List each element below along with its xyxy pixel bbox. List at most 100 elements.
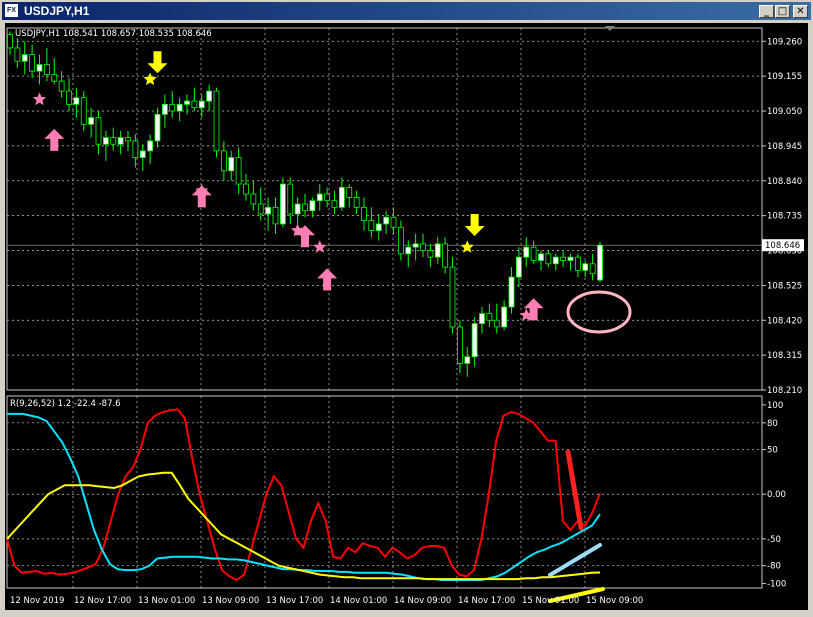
price-panel-frame [6, 27, 763, 391]
candle-body [88, 117, 95, 125]
candle-body [574, 256, 581, 271]
indicator-panel-frame [6, 395, 763, 589]
candle-body [243, 183, 249, 195]
candle-body [58, 80, 65, 92]
restore-button[interactable]: □ [775, 5, 790, 18]
candle-body [368, 220, 375, 231]
time-axis-label: 14 Nov 09:00 [394, 596, 451, 606]
candle-body [486, 313, 493, 321]
candle-body [405, 246, 412, 255]
candle-body [198, 100, 205, 109]
candle-body [508, 276, 515, 308]
candle-body [582, 263, 589, 271]
indicator-axis-label: 80 [767, 419, 778, 429]
time-axis-label: 15 Nov 09:00 [586, 596, 643, 606]
candle-body [176, 103, 183, 112]
candle-body [51, 74, 58, 82]
indicator-axis-label: -100 [767, 580, 786, 590]
buy-star-icon [32, 92, 47, 106]
price-axis-label: 108.840 [767, 177, 802, 187]
chart-canvas[interactable]: 12 Nov 2019 12 Nov 17:00 13 Nov 01:00 13 No… [5, 23, 808, 610]
candle-body [73, 97, 80, 105]
minimize-button[interactable]: _ [759, 5, 774, 18]
candle-body [501, 306, 508, 328]
price-axis-label: 109.260 [767, 37, 802, 47]
indicator-panel-header: R(9,26,52) 1.2 -22.4 -87.6 [10, 399, 121, 409]
candle-body [235, 157, 242, 185]
candle-body [560, 256, 567, 261]
sell-arrow-icon [147, 51, 168, 74]
candle-body [390, 216, 397, 228]
candle-body [316, 193, 323, 202]
candle-body [420, 243, 426, 251]
price-axis-label: 108.210 [767, 386, 802, 396]
price-axis-label: 109.155 [767, 72, 802, 82]
candle-body [184, 100, 190, 105]
candle-body [479, 313, 485, 324]
candle-body [412, 243, 419, 248]
rci-short-line [6, 408, 601, 582]
candle-body [464, 356, 471, 364]
indicator-axis-label: 50 [767, 446, 778, 456]
price-axis-label: 108.735 [767, 212, 802, 222]
candle-body [102, 137, 109, 145]
buy-star-icon [313, 240, 327, 253]
window-title-bar[interactable]: FX USDJPY,H1 _ □ ✕ [2, 2, 811, 20]
candle-body [265, 206, 272, 215]
candle-body [331, 200, 338, 208]
candle-body [530, 246, 537, 261]
candle-body [220, 150, 227, 172]
sell-star-icon [460, 240, 474, 253]
candle-body [471, 323, 478, 358]
candle-body [383, 216, 390, 225]
candle-body [95, 117, 102, 145]
close-button[interactable]: ✕ [793, 5, 808, 18]
candle-body [21, 54, 28, 62]
chart-grid [6, 27, 763, 589]
window-title: USDJPY,H1 [24, 4, 90, 18]
candle-body [191, 100, 198, 109]
candle-body [427, 250, 434, 258]
rci-mid-line [7, 412, 601, 581]
time-axis-label: 13 Nov 01:00 [138, 596, 195, 606]
indicator-axis-label: 0.00 [767, 490, 786, 500]
candle-body [43, 64, 50, 75]
candle-body [250, 193, 257, 205]
candle-body [552, 256, 559, 265]
candle-body [169, 103, 176, 112]
candle-body [154, 113, 161, 142]
candle-body [257, 203, 264, 215]
candle-body [302, 203, 308, 212]
candle-body [589, 263, 596, 275]
chart-window-icon[interactable]: FX [5, 4, 18, 17]
candle-body [442, 243, 449, 268]
price-axis-label: 108.945 [767, 142, 802, 152]
time-axis-label: 12 Nov 2019 [10, 596, 64, 606]
candle-body [117, 137, 124, 145]
candle-body [309, 200, 316, 212]
candle-body [397, 226, 404, 255]
candle-body [515, 256, 522, 278]
candle-body [294, 203, 301, 215]
candlestick-series [7, 31, 603, 377]
candle-body [338, 187, 345, 208]
candle-body [449, 266, 456, 328]
price-axis-label: 108.420 [767, 316, 802, 326]
candle-body [346, 187, 353, 198]
time-axis-label: 14 Nov 17:00 [458, 596, 515, 606]
candle-body [14, 47, 21, 62]
time-axis-label: 13 Nov 09:00 [202, 596, 259, 606]
candle-body [456, 326, 463, 364]
candle-body [324, 193, 331, 202]
indicator-axis-label: -80 [767, 562, 781, 572]
signal-markers [32, 51, 632, 334]
candle-body [272, 206, 279, 225]
candle-body [206, 90, 213, 102]
sell-arrow-icon [464, 213, 485, 236]
buy-arrow-icon [44, 128, 65, 151]
price-axis-label: 108.525 [767, 281, 802, 291]
candle-body [361, 206, 367, 222]
candle-body [287, 183, 294, 215]
current-price-label: 108.646 [765, 241, 800, 251]
candle-body [125, 137, 131, 142]
